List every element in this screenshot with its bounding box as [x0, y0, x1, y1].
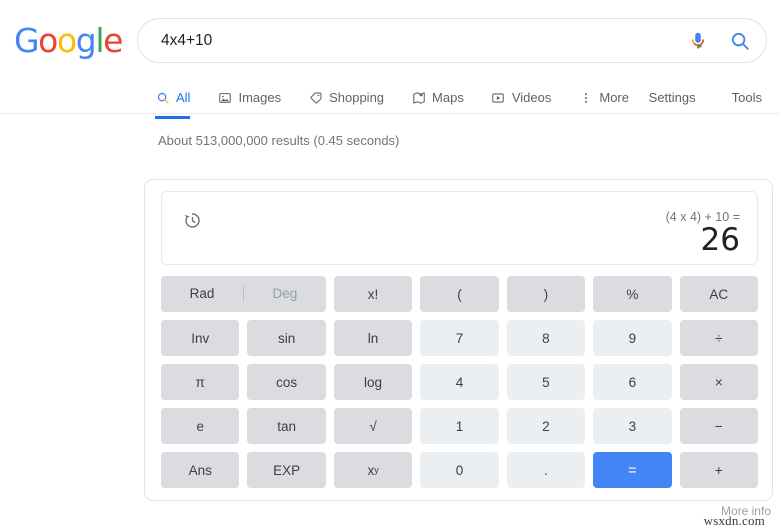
- key-pi[interactable]: π: [161, 364, 240, 400]
- key-digit-5[interactable]: 5: [506, 364, 586, 400]
- key-ln[interactable]: ln: [333, 320, 413, 356]
- rad-mode-option[interactable]: Rad: [161, 276, 243, 312]
- search-input[interactable]: 4x4+10: [161, 19, 212, 62]
- key-digit-8[interactable]: 8: [506, 320, 586, 356]
- logo-letter-e: e: [103, 21, 123, 60]
- search-box[interactable]: 4x4+10: [137, 18, 767, 63]
- angle-mode-toggle[interactable]: Rad Deg: [161, 276, 326, 312]
- key-sin[interactable]: sin: [247, 320, 326, 356]
- key-square-root[interactable]: √: [333, 408, 413, 444]
- key-open-paren[interactable]: (: [420, 276, 499, 312]
- key-digit-0[interactable]: 0: [420, 452, 499, 488]
- calculator-widget: (4 x 4) + 10 = 26 Rad Deg x! ( ) % AC In…: [144, 179, 773, 501]
- key-digit-6[interactable]: 6: [593, 364, 672, 400]
- deg-mode-option[interactable]: Deg: [244, 276, 326, 312]
- nav-tab-list: All Images Shopping Maps Videos More: [155, 82, 656, 119]
- map-icon: [411, 90, 426, 105]
- key-digit-2[interactable]: 2: [506, 408, 586, 444]
- settings-link[interactable]: Settings: [649, 90, 696, 105]
- key-inverse[interactable]: Inv: [161, 320, 240, 356]
- logo-letter-G: G: [14, 21, 40, 60]
- key-close-paren[interactable]: ): [506, 276, 586, 312]
- key-all-clear[interactable]: AC: [679, 276, 758, 312]
- watermark: wsxdn.com: [703, 513, 765, 528]
- key-power-base: x: [367, 462, 375, 478]
- tab-shopping[interactable]: Shopping: [308, 82, 384, 113]
- tab-videos-label: Videos: [511, 90, 552, 105]
- key-multiply[interactable]: ×: [679, 364, 758, 400]
- key-divide[interactable]: ÷: [679, 320, 758, 356]
- tag-icon: [308, 90, 323, 105]
- calculator-result: 26: [700, 222, 740, 258]
- tab-images-label: Images: [238, 90, 282, 105]
- logo-letter-l: l: [95, 21, 104, 60]
- google-logo[interactable]: Google: [14, 21, 123, 60]
- tab-all-label: All: [176, 90, 191, 105]
- logo-letter-g: g: [75, 21, 97, 60]
- key-digit-7[interactable]: 7: [420, 320, 499, 356]
- history-clock-icon[interactable]: [182, 210, 203, 231]
- search-icon: [155, 90, 170, 105]
- key-log[interactable]: log: [333, 364, 413, 400]
- key-digit-4[interactable]: 4: [420, 364, 499, 400]
- active-tab-underline: [155, 116, 191, 119]
- key-digit-1[interactable]: 1: [420, 408, 499, 444]
- key-cos[interactable]: cos: [247, 364, 326, 400]
- microphone-icon[interactable]: [687, 30, 709, 52]
- nav-right-links: Settings Tools: [613, 82, 762, 113]
- calculator-keypad: Rad Deg x! ( ) % AC Inv sin ln 7 8 9 ÷ π…: [161, 276, 758, 488]
- tab-maps-label: Maps: [432, 90, 464, 105]
- logo-letter-o2: o: [56, 21, 77, 60]
- tab-shopping-label: Shopping: [329, 90, 385, 105]
- logo-letter-o1: o: [38, 21, 58, 60]
- key-factorial[interactable]: x!: [333, 276, 413, 312]
- image-icon: [217, 90, 232, 105]
- calculator-display[interactable]: (4 x 4) + 10 = 26: [161, 191, 758, 265]
- key-percent[interactable]: %: [593, 276, 672, 312]
- tools-link[interactable]: Tools: [732, 90, 762, 105]
- key-equals[interactable]: =: [593, 452, 672, 488]
- key-digit-3[interactable]: 3: [593, 408, 672, 444]
- key-minus[interactable]: −: [679, 408, 758, 444]
- video-play-icon: [491, 90, 506, 105]
- result-stats: About 513,000,000 results (0.45 seconds): [158, 133, 400, 148]
- nav-divider: [0, 113, 780, 114]
- search-submit-icon[interactable]: [729, 30, 751, 52]
- key-answer[interactable]: Ans: [161, 452, 240, 488]
- tab-videos[interactable]: Videos: [491, 82, 552, 113]
- search-nav-tabs: All Images Shopping Maps Videos More Set…: [0, 82, 780, 119]
- key-digit-9[interactable]: 9: [593, 320, 672, 356]
- key-tan[interactable]: tan: [247, 408, 326, 444]
- key-plus[interactable]: +: [679, 452, 758, 488]
- tab-maps[interactable]: Maps: [411, 82, 464, 113]
- page-header: Google 4x4+10: [0, 0, 780, 78]
- more-vertical-icon: [578, 90, 593, 105]
- key-exponent[interactable]: EXP: [247, 452, 326, 488]
- tab-images[interactable]: Images: [217, 82, 281, 113]
- google-search-results-page: Google 4x4+10 All Images Shopping Maps V…: [0, 0, 780, 531]
- tab-all[interactable]: All: [155, 82, 191, 119]
- key-decimal-point[interactable]: .: [506, 452, 586, 488]
- key-euler[interactable]: e: [161, 408, 240, 444]
- key-power[interactable]: xy: [333, 452, 413, 488]
